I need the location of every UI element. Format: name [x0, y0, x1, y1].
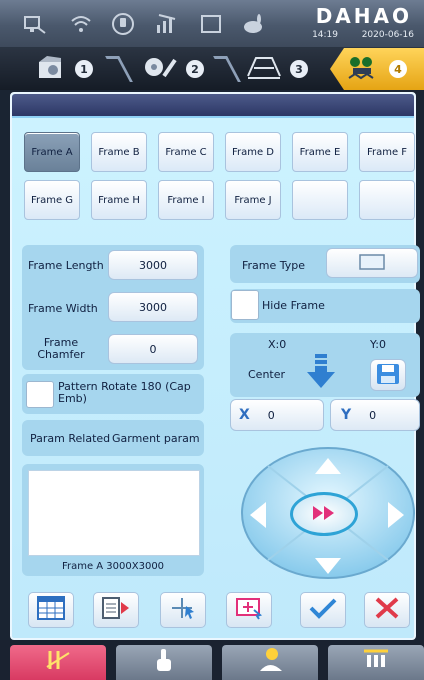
frame-empty-button[interactable] — [292, 180, 348, 220]
frame-length-field[interactable]: 3000 — [108, 250, 198, 280]
frame-preview — [28, 470, 200, 556]
frame-pattern-icon — [37, 54, 67, 84]
pattern-rotate-label: Pattern Rotate 180 (Cap Emb) — [58, 380, 191, 405]
y-coordinate-label: Y — [341, 407, 352, 423]
move-left-button[interactable] — [248, 500, 268, 534]
move-point-icon — [168, 596, 198, 624]
move-down-button[interactable] — [313, 556, 343, 580]
x-readout: X:0 — [268, 338, 287, 351]
step-4[interactable]: 4 — [330, 48, 424, 90]
y-coordinate-field[interactable]: Y 0 — [330, 399, 420, 431]
confirm-button[interactable] — [300, 592, 346, 628]
cancel-button[interactable] — [364, 592, 410, 628]
frame-j-button[interactable]: Frame J — [225, 180, 281, 220]
clock: 14:19 — [312, 30, 338, 40]
window-icon — [196, 10, 226, 38]
add-frame-button[interactable] — [226, 592, 272, 628]
save-button[interactable] — [370, 359, 406, 391]
fast-forward-icon — [313, 505, 335, 524]
y-readout: Y:0 — [370, 338, 386, 351]
move-point-button[interactable] — [160, 592, 206, 628]
move-right-button[interactable] — [386, 500, 406, 534]
network-icon — [20, 10, 50, 38]
frame-f-button[interactable]: Frame F — [359, 132, 415, 172]
frame-g-button[interactable]: Frame G — [24, 180, 80, 220]
preview-caption: Frame A 3000X3000 — [61, 561, 165, 572]
thread-nav-button[interactable] — [328, 645, 424, 680]
frame-empty-button[interactable] — [359, 180, 415, 220]
thread-icon — [362, 647, 390, 678]
brand-logo: DAHAO — [315, 4, 412, 28]
step-number-3: 3 — [290, 60, 308, 78]
rectangle-frame-icon — [357, 252, 387, 275]
frame-a-button[interactable]: Frame A — [24, 132, 80, 172]
down-arrow-icon — [307, 354, 335, 394]
rabbit-icon — [238, 10, 268, 38]
fast-forward-button[interactable] — [290, 492, 358, 536]
frame-length-label: Frame Length — [28, 259, 104, 272]
step-number-1: 1 — [75, 60, 93, 78]
import-button[interactable] — [93, 592, 139, 628]
hide-frame-checkbox[interactable] — [231, 290, 259, 320]
status-bar: DAHAO 14:19 2020-06-16 — [0, 0, 424, 48]
frame-width-label: Frame Width — [28, 302, 98, 315]
import-icon — [101, 596, 131, 624]
step-2[interactable]: 2 — [128, 48, 218, 90]
step-3[interactable]: 3 — [232, 48, 322, 90]
add-frame-icon — [234, 596, 264, 624]
frame-width-field[interactable]: 3000 — [108, 292, 198, 322]
person-nav-button[interactable] — [222, 645, 318, 680]
cross-icon — [374, 596, 400, 624]
frame-e-button[interactable]: Frame E — [292, 132, 348, 172]
panel-divider — [12, 116, 414, 118]
frame-d-button[interactable]: Frame D — [225, 132, 281, 172]
table-button[interactable] — [28, 592, 74, 628]
move-up-button[interactable] — [313, 456, 343, 480]
step-1[interactable]: 1 — [20, 48, 110, 90]
usb-icon — [108, 10, 138, 38]
hide-frame-label: Hide Frame — [262, 299, 325, 312]
param-related-label: Param Related — [30, 432, 111, 445]
floppy-disk-icon — [376, 363, 400, 388]
signal-icon — [152, 10, 182, 38]
step-number-4: 4 — [389, 60, 407, 78]
panel-header — [12, 94, 414, 116]
needle-nav-button[interactable] — [10, 645, 106, 680]
x-coordinate-value: 0 — [267, 408, 275, 422]
pattern-rotate-checkbox[interactable] — [26, 381, 54, 408]
needle-icon — [45, 647, 71, 678]
frame-chamfer-label: Frame Chamfer — [37, 336, 85, 361]
frame-b-button[interactable]: Frame B — [91, 132, 147, 172]
hand-nav-button[interactable] — [116, 645, 212, 680]
checkmark-icon — [308, 596, 338, 624]
person-icon — [256, 647, 284, 678]
x-coordinate-label: X — [239, 407, 250, 423]
center-label: Center — [248, 368, 286, 381]
param-related-value: Garment param — [112, 432, 200, 445]
frame-settings-icon — [347, 54, 381, 84]
y-coordinate-value: 0 — [369, 408, 377, 422]
flower-edit-icon — [142, 54, 178, 84]
frame-i-button[interactable]: Frame I — [158, 180, 214, 220]
frame-chamfer-field[interactable]: 0 — [108, 334, 198, 364]
table-icon — [37, 596, 65, 624]
hand-icon — [153, 647, 175, 678]
x-coordinate-field[interactable]: X 0 — [230, 399, 324, 431]
frame-type-button[interactable] — [326, 248, 418, 278]
frame-type-label: Frame Type — [242, 259, 306, 272]
frame-h-button[interactable]: Frame H — [91, 180, 147, 220]
wifi-icon — [66, 10, 96, 38]
frame-c-button[interactable]: Frame C — [158, 132, 214, 172]
date: 2020-06-16 — [361, 30, 414, 40]
frame-measure-icon — [246, 54, 282, 84]
step-number-2: 2 — [186, 60, 204, 78]
